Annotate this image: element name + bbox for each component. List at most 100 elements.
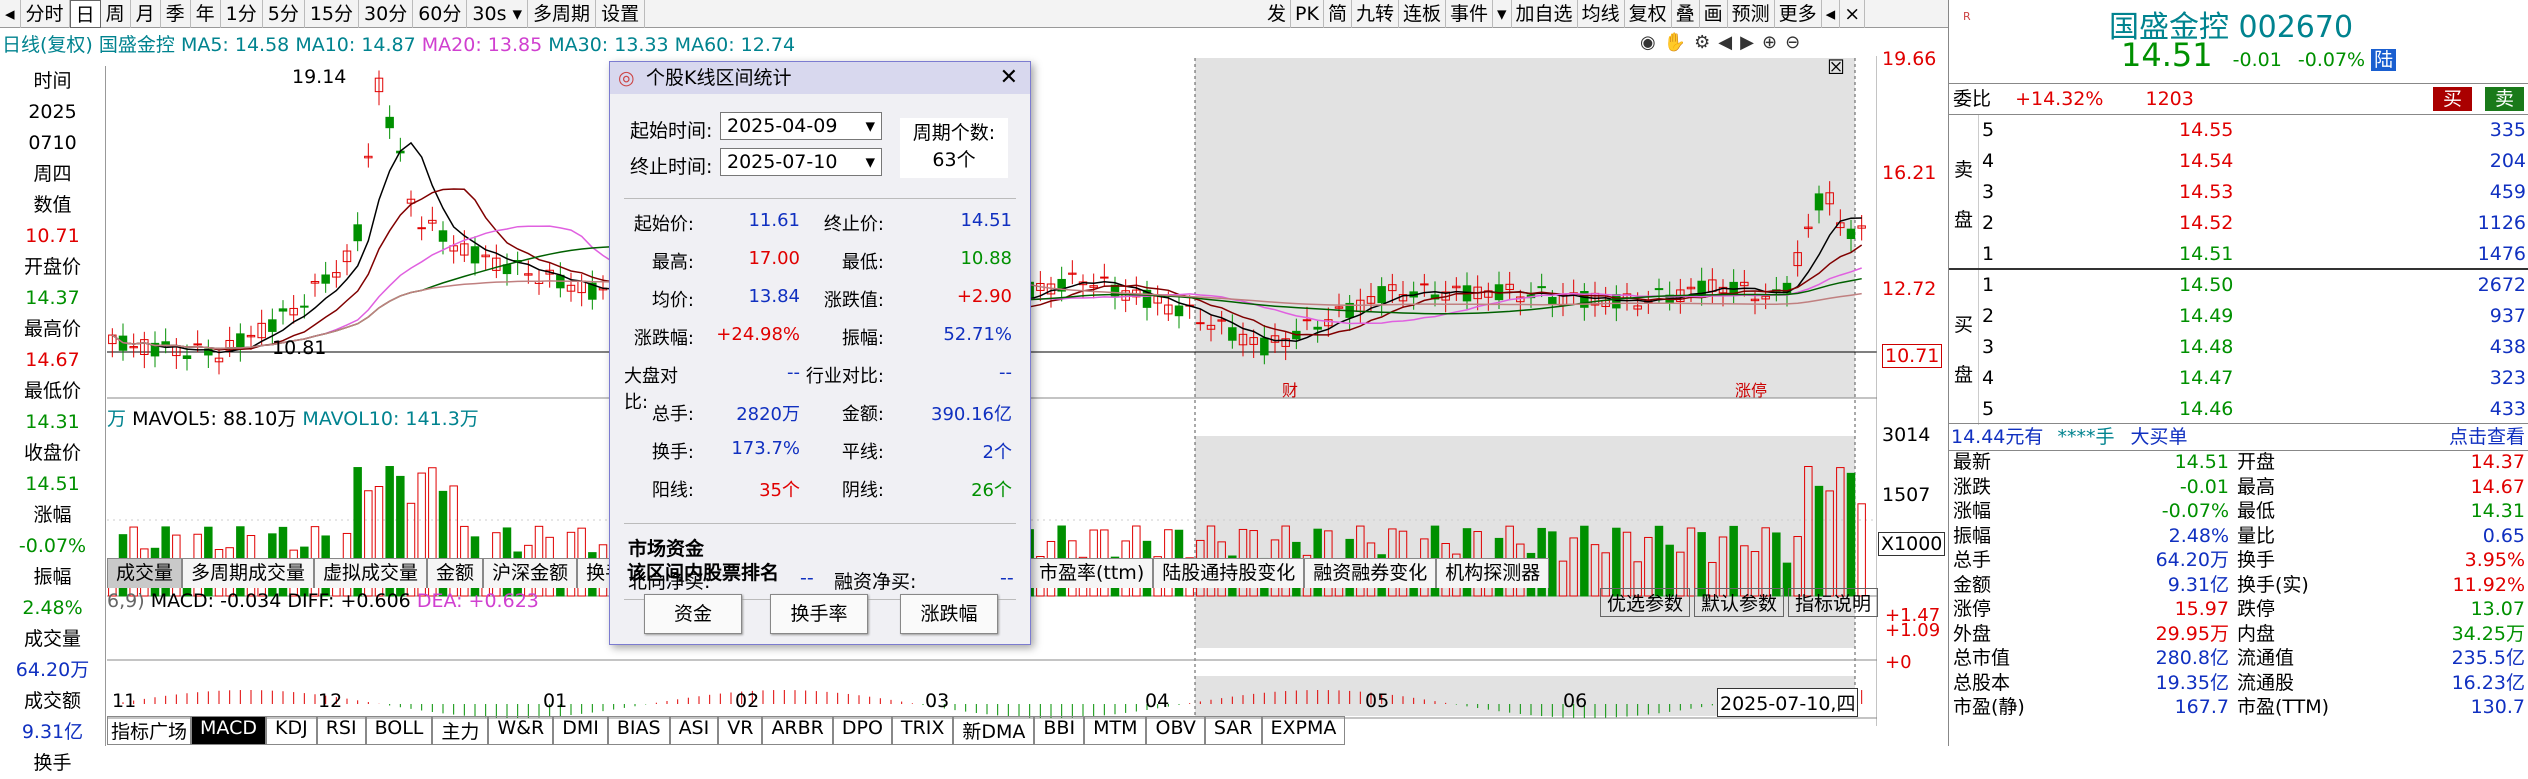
tab-hk-connect[interactable]: 陆股通持股变化 [1153, 558, 1305, 588]
close-icon[interactable]: ✕ [1000, 62, 1018, 94]
range-close-icon[interactable]: ☒ [1827, 56, 1845, 79]
buys-row[interactable]: 1 14.50 2672 [1979, 270, 2528, 301]
tool-pk[interactable]: PK [1291, 0, 1324, 28]
tab-pe-ttm[interactable]: 市盈率(ttm) [1030, 558, 1154, 588]
tab-day[interactable]: 日 [69, 0, 101, 28]
close-icon[interactable]: × [1840, 0, 1866, 28]
arrow-right-icon[interactable]: ▶ [1740, 32, 1754, 53]
tab-15min[interactable]: 15分 [305, 0, 360, 28]
tab-multi-volume[interactable]: 多周期成交量 [182, 558, 315, 588]
indicator-help-button[interactable]: 指标说明 [1788, 588, 1879, 617]
tab-1min[interactable]: 1分 [221, 0, 263, 28]
tab-newdma[interactable]: 新DMA [953, 716, 1035, 745]
tool-event[interactable]: 事件 [1446, 0, 1493, 28]
sells-row[interactable]: 3 14.53 459 [1979, 177, 2528, 208]
multi-period-button[interactable]: 多周期 [528, 0, 597, 28]
tool-overlay[interactable]: 叠 [1672, 0, 1700, 28]
tool-jian[interactable]: 简 [1324, 0, 1352, 28]
sells-row[interactable]: 5 14.55 335 [1979, 115, 2528, 146]
tab-rsi[interactable]: RSI [316, 716, 366, 745]
tab-sar[interactable]: SAR [1204, 716, 1262, 745]
tab-margin[interactable]: 融资融券变化 [1304, 558, 1437, 588]
tab-30s[interactable]: 30s ▾ [467, 0, 529, 28]
tab-arbr[interactable]: ARBR [762, 716, 833, 745]
tab-bias[interactable]: BIAS [607, 716, 670, 745]
tool-jiuzhuan[interactable]: 九转 [1352, 0, 1399, 28]
tab-30min[interactable]: 30分 [359, 0, 414, 28]
tool-add-watch[interactable]: 加自选 [1512, 0, 1578, 28]
tab-virtual-volume[interactable]: 虚拟成交量 [314, 558, 428, 588]
sells-row[interactable]: 1 14.51 1476 [1979, 239, 2528, 270]
tab-volume[interactable]: 成交量 [107, 558, 183, 588]
tab-year[interactable]: 年 [191, 0, 221, 28]
tool-fuquan[interactable]: 复权 [1625, 0, 1672, 28]
tool-draw[interactable]: 画 [1700, 0, 1728, 28]
buys-row[interactable]: 3 14.48 438 [1979, 332, 2528, 363]
tool-ma[interactable]: 均线 [1578, 0, 1625, 28]
eye-icon[interactable]: ◉ [1640, 32, 1656, 53]
optimal-param-button[interactable]: 优选参数 [1600, 588, 1691, 617]
tab-5min[interactable]: 5分 [263, 0, 305, 28]
tool-predict[interactable]: 预测 [1728, 0, 1775, 28]
tab-bbi[interactable]: BBI [1034, 716, 1085, 745]
tab-hs-amount[interactable]: 沪深金额 [483, 558, 578, 588]
tab-asi[interactable]: ASI [669, 716, 719, 745]
rank-fund-button[interactable]: 资金 [644, 594, 742, 634]
tab-trix[interactable]: TRIX [891, 716, 954, 745]
tab-macd[interactable]: MACD [191, 716, 266, 745]
tab-amount[interactable]: 金额 [427, 558, 484, 588]
tab-indicator-square[interactable]: 指标广场 [107, 716, 192, 745]
buys-row[interactable]: 2 14.49 937 [1979, 301, 2528, 332]
tool-fa[interactable]: 发 [1263, 0, 1292, 28]
size: 937 [2489, 305, 2526, 327]
event-marker-icon[interactable]: 财 [1282, 381, 1298, 400]
stats-value: 10.88 [960, 248, 1012, 269]
time-label: 时间 [33, 70, 72, 92]
tool-lianban[interactable]: 连板 [1399, 0, 1446, 28]
tab-fenshi[interactable]: 分时 [21, 0, 70, 28]
tab-dmi[interactable]: DMI [553, 716, 608, 745]
dropdown-icon[interactable]: ▾ [1493, 0, 1512, 28]
high-label: 最高价 [23, 318, 81, 340]
sell-button[interactable]: 卖 [2485, 87, 2525, 111]
limit-up-marker-icon[interactable]: 涨停 [1735, 381, 1767, 400]
tab-month[interactable]: 月 [131, 0, 161, 28]
period-count-label: 周期个数: [912, 122, 996, 144]
tab-expma[interactable]: EXPMA [1261, 716, 1346, 745]
menu-toggle-icon[interactable]: ◂ [1822, 0, 1841, 28]
sells-row[interactable]: 4 14.54 204 [1979, 146, 2528, 177]
buys-row[interactable]: 4 14.47 323 [1979, 363, 2528, 394]
tab-kdj[interactable]: KDJ [265, 716, 317, 745]
tab-institution[interactable]: 机构探测器 [1436, 558, 1550, 588]
tab-week[interactable]: 周 [101, 0, 131, 28]
buys-row[interactable]: 5 14.46 433 [1979, 394, 2528, 425]
tab-dpo[interactable]: DPO [832, 716, 892, 745]
tool-more[interactable]: 更多 [1775, 0, 1822, 28]
default-param-button[interactable]: 默认参数 [1694, 588, 1785, 617]
stats-label: 最高: [651, 252, 694, 273]
start-date-select[interactable]: 2025-04-09 ▾ [720, 112, 882, 140]
gear-icon[interactable]: ⚙ [1694, 32, 1710, 53]
arrow-left-icon[interactable]: ◀ [1718, 32, 1732, 53]
settings-button[interactable]: 设置 [596, 0, 646, 28]
rank-change-button[interactable]: 涨跌幅 [900, 594, 998, 634]
tab-60min[interactable]: 60分 [413, 0, 468, 28]
zoom-in-icon[interactable]: ⊕ [1762, 32, 1777, 53]
arrow-left-icon[interactable]: ◂ [0, 0, 21, 28]
hand-icon[interactable]: ✋ [1664, 32, 1686, 53]
rank-turnover-button[interactable]: 换手率 [770, 594, 868, 634]
tab-mtm[interactable]: MTM [1084, 716, 1147, 745]
stats-value: 390.16亿 [931, 404, 1012, 425]
tab-obv[interactable]: OBV [1146, 716, 1205, 745]
end-date-select[interactable]: 2025-07-10 ▾ [720, 148, 882, 176]
tab-vr[interactable]: VR [718, 716, 763, 745]
buy-button[interactable]: 买 [2433, 87, 2473, 111]
tab-wr[interactable]: W&R [488, 716, 554, 745]
tab-main[interactable]: 主力 [432, 716, 489, 745]
tab-boll[interactable]: BOLL [365, 716, 433, 745]
zoom-out-icon[interactable]: ⊖ [1785, 32, 1800, 53]
tab-season[interactable]: 季 [161, 0, 191, 28]
tick-view-link[interactable]: 点击查看 [2449, 424, 2525, 450]
sells-row[interactable]: 2 14.52 1126 [1979, 208, 2528, 239]
stat-value: 64.20万 [2155, 549, 2229, 571]
